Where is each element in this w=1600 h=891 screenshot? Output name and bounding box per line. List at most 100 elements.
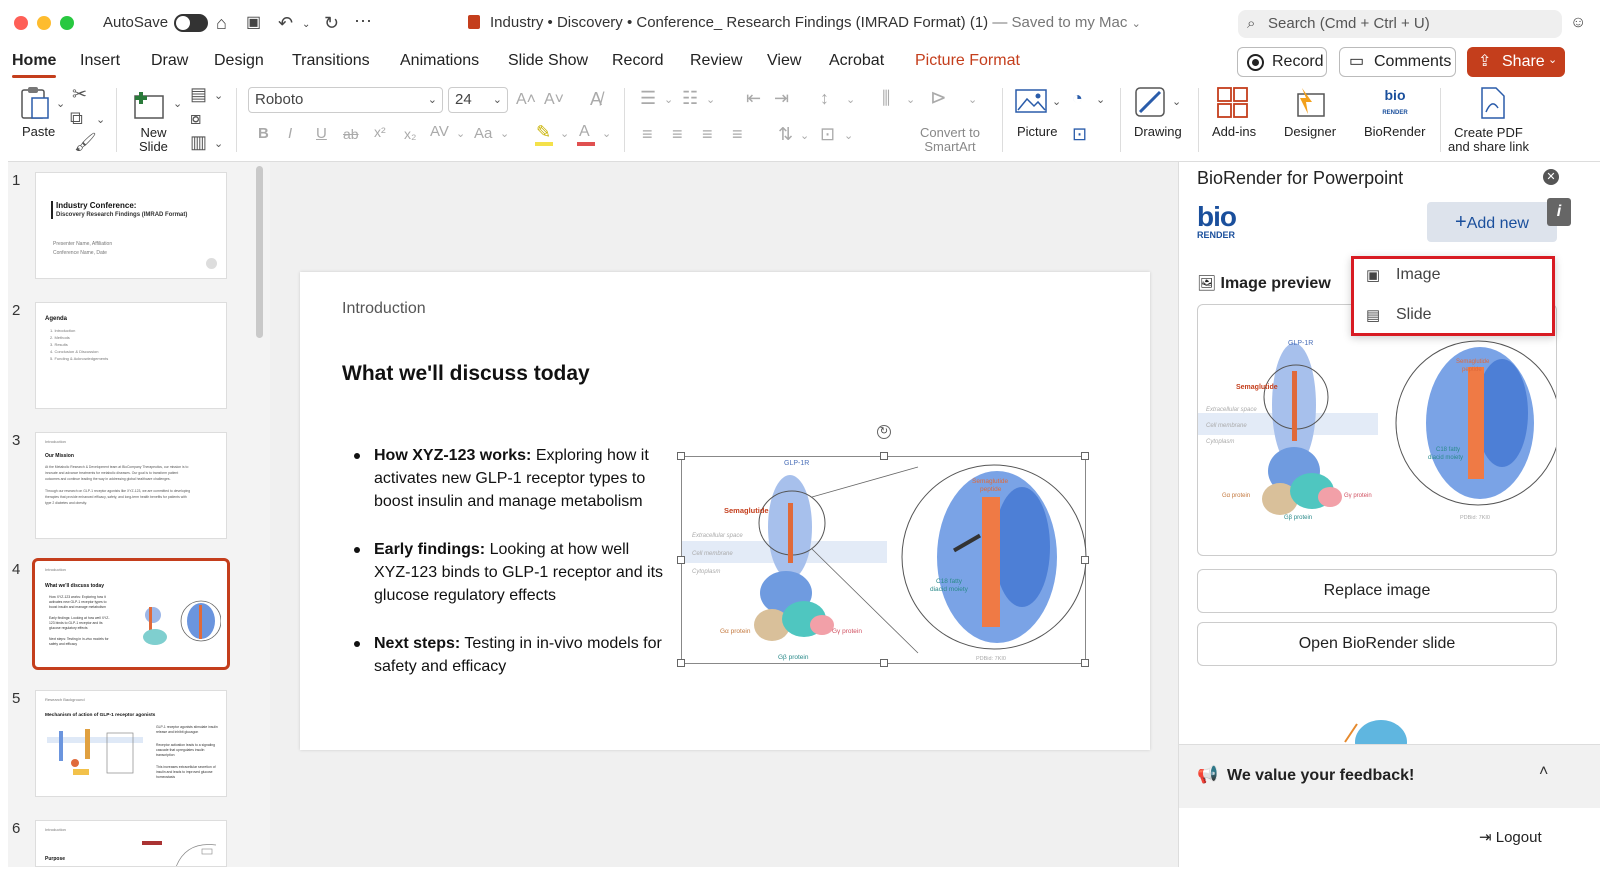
shapes-icon[interactable]: ◔ bbox=[1072, 88, 1083, 108]
menu-item-slide[interactable]: ▤ Slide bbox=[1366, 306, 1432, 324]
font-name-select[interactable]: Roboto ⌄ bbox=[248, 87, 443, 113]
copy-dropdown-icon[interactable]: ⌄ bbox=[96, 110, 105, 130]
strikethrough-icon[interactable]: ab bbox=[343, 124, 359, 144]
bullet-item[interactable]: How XYZ-123 works: Exploring how it acti… bbox=[354, 444, 669, 513]
smartart-icon[interactable]: ⊳ bbox=[930, 88, 947, 108]
slide-thumbnail-4[interactable]: Introduction What we'll discuss today Ho… bbox=[32, 558, 230, 670]
chevron-down-icon[interactable]: ⌄ bbox=[906, 90, 915, 110]
character-spacing-icon[interactable]: AV bbox=[430, 122, 449, 142]
layout-dropdown-icon[interactable]: ⌄ bbox=[214, 86, 223, 106]
account-icon[interactable]: ☺ bbox=[1570, 12, 1586, 34]
feedback-bar[interactable]: 📢 We value your feedback! ˄ bbox=[1179, 744, 1600, 808]
chevron-down-icon[interactable]: ⌄ bbox=[844, 126, 853, 146]
increase-font-icon[interactable]: A˄ bbox=[516, 90, 536, 110]
bullet-item[interactable]: Next steps: Testing in in-vivo models fo… bbox=[354, 632, 669, 678]
tab-slide-show[interactable]: Slide Show bbox=[508, 50, 588, 72]
copy-icon[interactable]: ⧉ bbox=[70, 108, 83, 128]
font-size-select[interactable]: 24 ⌄ bbox=[448, 87, 508, 113]
section-icon[interactable]: ▥ bbox=[190, 132, 207, 152]
columns-icon[interactable]: ⫼ bbox=[882, 88, 890, 108]
superscript-icon[interactable]: x² bbox=[374, 122, 386, 142]
resize-handle[interactable] bbox=[1081, 659, 1089, 667]
tab-design[interactable]: Design bbox=[214, 50, 264, 72]
format-painter-icon[interactable]: 🖌 bbox=[74, 132, 97, 152]
slide-thumbnail-1[interactable]: Industry Conference: Discovery Research … bbox=[35, 172, 227, 279]
redo-icon[interactable]: ↻ bbox=[324, 12, 339, 34]
selected-biorender-image[interactable]: GLP-1R Semaglutide Extracellular space C… bbox=[677, 425, 1089, 667]
chevron-down-icon[interactable]: ⌄ bbox=[1096, 90, 1105, 110]
record-button[interactable]: Record bbox=[1237, 47, 1327, 77]
align-text-icon[interactable]: ⊡ bbox=[820, 124, 835, 144]
new-slide-dropdown-icon[interactable]: ⌄ bbox=[173, 94, 182, 114]
tab-review[interactable]: Review bbox=[690, 50, 742, 72]
slide-section-label[interactable]: Introduction bbox=[342, 300, 426, 318]
chevron-down-icon[interactable]: ⌄ bbox=[1052, 92, 1061, 112]
cut-icon[interactable]: ✂ bbox=[72, 84, 87, 104]
info-icon[interactable]: i bbox=[1547, 198, 1571, 226]
logout-button[interactable]: ⇥ Logout bbox=[1479, 828, 1542, 846]
home-icon[interactable]: ⌂ bbox=[216, 12, 227, 34]
comments-button[interactable]: ▭ Comments bbox=[1339, 47, 1456, 77]
slide-thumbnail-6[interactable]: Introduction Purpose bbox=[35, 820, 227, 867]
open-biorender-slide-button[interactable]: Open BioRender slide bbox=[1197, 622, 1557, 666]
paste-dropdown-icon[interactable]: ⌄ bbox=[56, 94, 65, 114]
resize-handle[interactable] bbox=[1081, 556, 1089, 564]
underline-icon[interactable]: U bbox=[316, 124, 327, 144]
align-right-icon[interactable]: ≡ bbox=[702, 124, 713, 144]
align-left-icon[interactable]: ≡ bbox=[642, 124, 653, 144]
subscript-icon[interactable]: x₂ bbox=[404, 124, 416, 144]
increase-indent-icon[interactable]: ⇥ bbox=[774, 88, 789, 108]
save-icon[interactable]: ▣ bbox=[246, 12, 261, 34]
minimize-window-button[interactable] bbox=[37, 16, 51, 30]
thumbnails-scrollbar[interactable] bbox=[256, 166, 263, 338]
line-spacing-icon[interactable]: ↕ bbox=[820, 88, 829, 108]
autosave-toggle[interactable] bbox=[174, 14, 208, 32]
tab-animations[interactable]: Animations bbox=[400, 50, 479, 72]
tab-picture-format[interactable]: Picture Format bbox=[915, 50, 1020, 72]
create-pdf-button[interactable] bbox=[1476, 86, 1508, 120]
menu-item-image[interactable]: ▣ Image bbox=[1366, 266, 1440, 284]
clear-format-icon[interactable]: A̸ bbox=[590, 89, 602, 109]
zoom-window-button[interactable] bbox=[60, 16, 74, 30]
resize-handle[interactable] bbox=[677, 452, 685, 460]
italic-icon[interactable]: I bbox=[288, 124, 292, 144]
bullet-item[interactable]: Early findings: Looking at how well XYZ-… bbox=[354, 538, 669, 607]
undo-icon[interactable]: ↶ bbox=[278, 12, 293, 34]
font-color-icon[interactable]: A bbox=[579, 122, 590, 142]
justify-icon[interactable]: ≡ bbox=[732, 124, 743, 144]
resize-handle[interactable] bbox=[880, 659, 888, 667]
chevron-down-icon[interactable]: ⌄ bbox=[1172, 92, 1181, 112]
picture-button[interactable] bbox=[1014, 86, 1048, 116]
resize-handle[interactable] bbox=[677, 659, 685, 667]
text-direction-icon[interactable]: ⇅ bbox=[778, 124, 793, 144]
chevron-down-icon[interactable]: ⌄ bbox=[602, 124, 611, 144]
tab-transitions[interactable]: Transitions bbox=[292, 50, 370, 72]
chevron-down-icon[interactable]: ⌄ bbox=[664, 90, 673, 110]
biorender-button[interactable]: bio RENDER bbox=[1380, 88, 1410, 118]
drawing-button[interactable] bbox=[1134, 86, 1168, 120]
search-input[interactable]: ⌕ Search (Cmd + Ctrl + U) bbox=[1238, 10, 1562, 38]
slide-thumbnail-2[interactable]: Agenda 1. Introduction 2. Methods 3. Res… bbox=[35, 302, 227, 409]
slide-thumbnail-5[interactable]: Research Background Mechanism of action … bbox=[35, 690, 227, 797]
resize-handle[interactable] bbox=[677, 556, 685, 564]
resize-handle[interactable] bbox=[880, 452, 888, 460]
chevron-down-icon[interactable]: ⌄ bbox=[800, 126, 809, 146]
tab-view[interactable]: View bbox=[767, 50, 801, 72]
bold-icon[interactable]: B bbox=[258, 124, 269, 144]
section-dropdown-icon[interactable]: ⌄ bbox=[214, 134, 223, 154]
chevron-up-icon[interactable]: ˄ bbox=[1539, 763, 1548, 781]
document-title[interactable]: Industry • Discovery • Conference_ Resea… bbox=[490, 14, 1141, 31]
close-window-button[interactable] bbox=[14, 16, 28, 30]
change-case-icon[interactable]: Aa bbox=[474, 124, 492, 144]
chevron-down-icon[interactable]: ⌄ bbox=[500, 124, 509, 144]
decrease-font-icon[interactable]: A˅ bbox=[544, 90, 564, 110]
chevron-down-icon[interactable]: ⌄ bbox=[560, 124, 569, 144]
designer-button[interactable] bbox=[1292, 86, 1328, 120]
add-new-button[interactable]: +Add new bbox=[1427, 202, 1557, 242]
addins-button[interactable] bbox=[1216, 86, 1250, 120]
share-button[interactable]: ⇪ Share ⌄ bbox=[1467, 47, 1565, 77]
current-slide[interactable]: Introduction What we'll discuss today Ho… bbox=[300, 272, 1150, 750]
tab-draw[interactable]: Draw bbox=[151, 50, 188, 72]
decrease-indent-icon[interactable]: ⇤ bbox=[746, 88, 761, 108]
close-panel-icon[interactable]: ✕ bbox=[1543, 169, 1559, 185]
